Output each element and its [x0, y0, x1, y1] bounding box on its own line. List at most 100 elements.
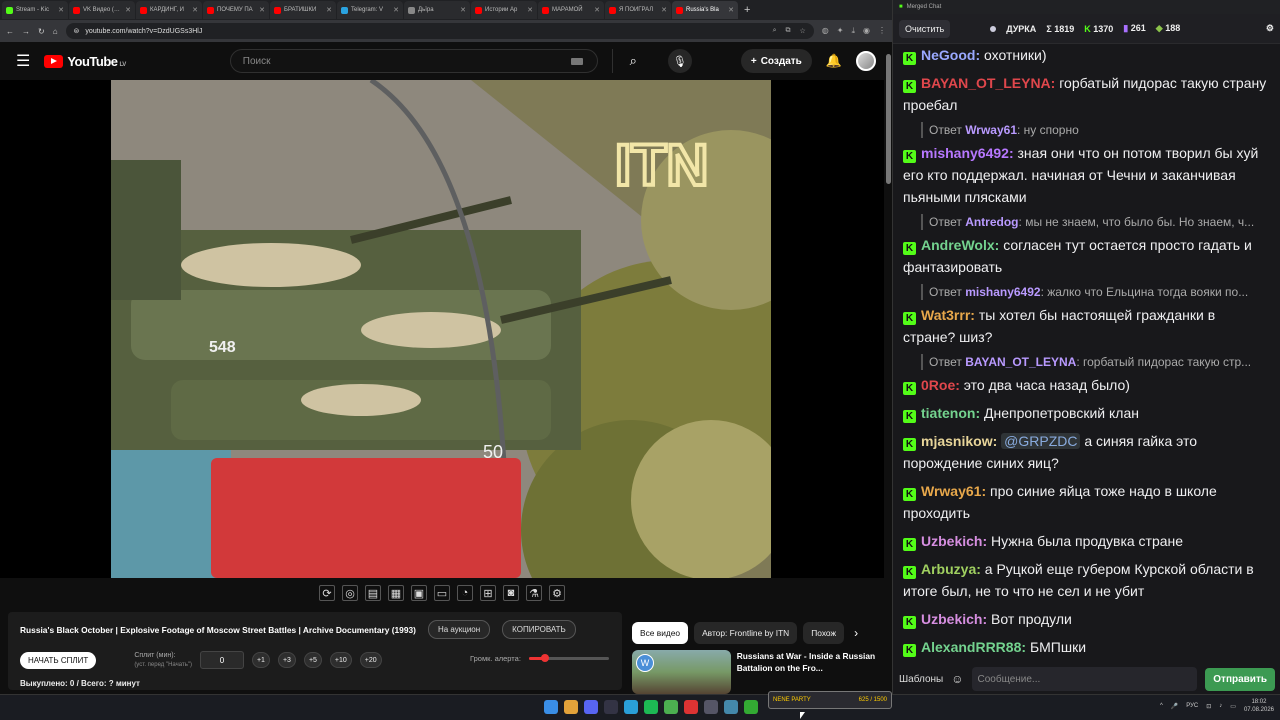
scrollbar-thumb[interactable] [886, 54, 891, 184]
telegram-icon[interactable] [624, 700, 638, 714]
extension-icon[interactable]: ◍ [822, 26, 829, 36]
chat-username[interactable]: NeGood [921, 47, 975, 63]
browser-tab[interactable]: КАРДИНГ, И ✕ [136, 1, 202, 19]
browser-tab[interactable]: БРАТИШКИ ✕ [270, 1, 336, 19]
tab-close-icon[interactable]: ✕ [259, 6, 265, 14]
browser-tab[interactable]: Я ПОИГРАЛ ✕ [605, 1, 671, 19]
chat-username[interactable]: Wrway61 [921, 483, 981, 499]
chat-username[interactable]: Uzbekich [921, 611, 982, 627]
home-icon[interactable]: ⌂ [53, 27, 58, 36]
split-minutes-input[interactable]: 0 [199, 651, 244, 669]
increment-button[interactable]: +5 [303, 652, 322, 668]
new-tab-button[interactable]: + [739, 4, 755, 16]
increment-button[interactable]: +3 [277, 652, 296, 668]
back-icon[interactable]: ← [6, 27, 14, 36]
forward-icon[interactable]: → [22, 27, 30, 36]
flask-icon[interactable]: ⚗ [526, 585, 542, 601]
search-input[interactable]: Поиск [229, 49, 598, 73]
chrome-icon[interactable] [564, 700, 578, 714]
video-frame[interactable]: ITN 548 50 [111, 80, 771, 578]
game-widget[interactable]: NENE PARTY 625 / 1500 [768, 691, 892, 709]
reply-username[interactable]: Antredog [965, 215, 1018, 229]
bookmark-icon[interactable]: ☆ [800, 27, 806, 35]
battery-icon[interactable]: ▭ [1230, 703, 1236, 710]
tab-close-icon[interactable]: ✕ [527, 6, 533, 14]
tab-close-icon[interactable]: ✕ [125, 6, 131, 14]
video-player[interactable]: ITN 548 50 [0, 80, 884, 578]
mic-tray-icon[interactable]: 🎤 [1171, 703, 1178, 710]
discord-icon[interactable] [584, 700, 598, 714]
send-button[interactable]: Отправить [1205, 667, 1275, 691]
frame-icon[interactable]: ▣ [411, 585, 427, 601]
tab-close-icon[interactable]: ✕ [594, 6, 600, 14]
app-icon[interactable] [724, 700, 738, 714]
chat-username[interactable]: mishany6492 [921, 145, 1009, 161]
add-icon[interactable]: ⊞ [480, 585, 496, 601]
windows-start-icon[interactable] [544, 700, 558, 714]
tab-close-icon[interactable]: ✕ [192, 6, 198, 14]
chat-settings-icon[interactable]: ⚙ [1266, 23, 1274, 34]
browser-tab[interactable]: Истории Ар ✕ [471, 1, 537, 19]
app-icon[interactable] [704, 700, 718, 714]
auction-button[interactable]: На аукцион [427, 620, 491, 639]
profile-icon[interactable]: ◉ [863, 26, 870, 36]
copy-button[interactable]: КОПИРОВАТЬ [502, 620, 576, 639]
zoom-icon[interactable]: ⌕ [773, 27, 777, 35]
browser-tab[interactable]: МАРАМОЙ ✕ [538, 1, 604, 19]
chat-username[interactable]: AlexandRRR88 [921, 639, 1021, 655]
browser-tab[interactable]: Russia's Bla ✕ [672, 1, 738, 19]
chip-author[interactable]: Автор: Frontline by ITN [694, 622, 798, 644]
chat-username[interactable]: AndreWolx [921, 237, 995, 253]
tab-close-icon[interactable]: ✕ [326, 6, 332, 14]
recommendation-thumbnail[interactable]: W [632, 650, 731, 694]
page-scrollbar[interactable] [884, 42, 892, 694]
screenshot-icon[interactable]: ◙ [503, 585, 519, 601]
volume-icon[interactable]: ♪ [1219, 703, 1222, 709]
templates-button[interactable]: Шаблоны [899, 674, 943, 685]
app-icon[interactable] [664, 700, 678, 714]
chat-username[interactable]: mjasnikow [921, 433, 993, 449]
gear-icon[interactable]: ⚙ [549, 585, 565, 601]
alert-volume-slider[interactable] [528, 654, 609, 662]
reply-username[interactable]: mishany6492 [965, 285, 1040, 299]
clapper-icon[interactable]: ▦ [388, 585, 404, 601]
browser-tab[interactable]: Stream - Kic ✕ [2, 1, 68, 19]
steam-icon[interactable] [604, 700, 618, 714]
tab-close-icon[interactable]: ✕ [728, 6, 734, 14]
chat-username[interactable]: Arbuzya [921, 561, 976, 577]
language-indicator[interactable]: РУС [1186, 703, 1198, 709]
recommendation-item[interactable]: W Russians at War - Inside a Russian Bat… [632, 650, 884, 694]
tab-close-icon[interactable]: ✕ [393, 6, 399, 14]
app-icon[interactable] [684, 700, 698, 714]
reply-username[interactable]: BAYAN_OT_LEYNA [965, 355, 1076, 369]
reply-username[interactable]: Wrway61 [965, 123, 1017, 137]
tab-close-icon[interactable]: ✕ [58, 6, 64, 14]
speed-icon[interactable]: ◔ [457, 585, 473, 601]
chat-username[interactable]: BAYAN_OT_LEYNA [921, 75, 1051, 91]
cast-icon[interactable]: ⧉ [786, 27, 791, 35]
chip-all-videos[interactable]: Все видео [632, 622, 689, 644]
url-field[interactable]: ⊜ youtube.com/watch?v=DzdUGSs3HlJ ⌕ ⧉ ☆ [65, 23, 814, 39]
notifications-bell-icon[interactable]: 🔔 [826, 53, 842, 69]
recommendation-title[interactable]: Russians at War - Inside a Russian Batta… [737, 650, 884, 694]
chat-username[interactable]: Wat3rrr [921, 307, 970, 323]
start-split-button[interactable]: НАЧАТЬ СПЛИТ [20, 651, 97, 669]
chevron-right-icon[interactable]: › [850, 626, 862, 640]
browser-tab[interactable]: Дьїра ✕ [404, 1, 470, 19]
network-icon[interactable]: ⊡ [1206, 703, 1211, 710]
emoji-icon[interactable]: ☺ [951, 672, 963, 686]
site-info-icon[interactable]: ⊜ [74, 27, 80, 35]
increment-button[interactable]: +1 [251, 652, 270, 668]
download-icon[interactable]: ⤓ [851, 26, 855, 36]
settings-video-icon[interactable]: ▤ [365, 585, 381, 601]
chip-similar[interactable]: Похож [803, 622, 845, 644]
message-input[interactable]: Сообщение... [971, 667, 1198, 691]
spotify-icon[interactable] [644, 700, 658, 714]
extensions-puzzle-icon[interactable]: ✦ [837, 26, 844, 36]
create-button[interactable]: + Создать [740, 49, 812, 73]
theater-icon[interactable]: ▭ [434, 585, 450, 601]
tab-close-icon[interactable]: ✕ [460, 6, 466, 14]
keyboard-icon[interactable] [570, 57, 583, 65]
broadcast-icon[interactable]: ◎ [342, 585, 358, 601]
increment-button[interactable]: +10 [329, 652, 352, 668]
